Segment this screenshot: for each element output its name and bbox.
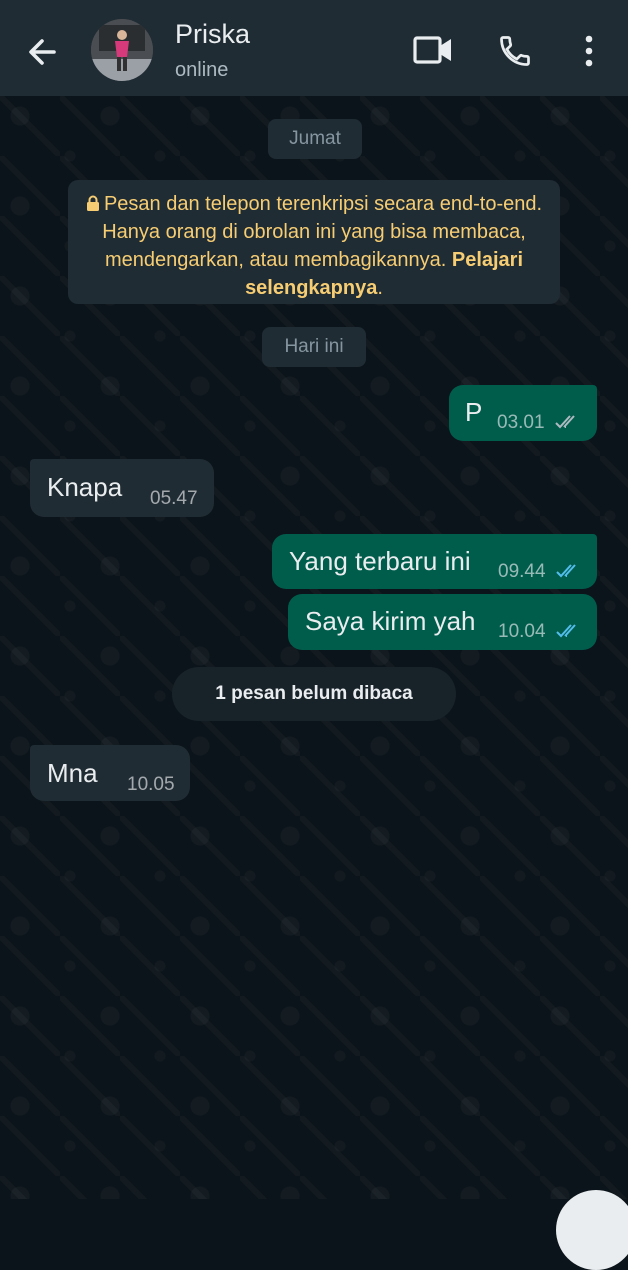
scroll-to-bottom-button[interactable] xyxy=(556,1190,628,1270)
back-arrow-icon xyxy=(29,39,56,65)
double-check-icon xyxy=(556,564,576,578)
message-time: 05.47 xyxy=(150,488,198,509)
message-time: 09.44 xyxy=(498,561,546,582)
date-chip: Hari ini xyxy=(262,327,366,367)
message-time: 10.05 xyxy=(127,774,175,795)
phone-call-icon xyxy=(500,36,530,66)
more-vert-icon xyxy=(585,35,593,67)
avatar[interactable] xyxy=(91,19,153,81)
message-text: Mna xyxy=(47,758,98,788)
contact-name[interactable]: Priska xyxy=(175,19,250,50)
date-chip: Jumat xyxy=(268,119,362,159)
video-call-icon xyxy=(413,36,451,64)
double-check-icon xyxy=(555,415,575,429)
message-text: Saya kirim yah xyxy=(305,606,476,636)
more-options-button[interactable] xyxy=(578,33,600,69)
back-button[interactable] xyxy=(20,30,64,74)
contact-status: online xyxy=(175,59,229,81)
video-call-button[interactable] xyxy=(412,33,454,67)
avatar-photo xyxy=(91,19,153,81)
message-bubble-outgoing[interactable]: Yang terbaru ini 09.44 xyxy=(272,534,597,589)
message-bubble-incoming[interactable]: Knapa 05.47 xyxy=(30,459,214,517)
double-check-icon xyxy=(556,624,576,638)
message-text: Yang terbaru ini xyxy=(289,546,471,576)
message-bubble-outgoing[interactable]: P 03.01 xyxy=(449,385,597,441)
message-text: Knapa xyxy=(47,472,123,502)
unread-messages-banner: 1 pesan belum dibaca xyxy=(172,667,456,721)
message-bubble-outgoing[interactable]: Saya kirim yah 10.04 xyxy=(288,594,597,650)
encryption-notice[interactable]: Pesan dan telepon terenkripsi secara end… xyxy=(68,180,560,304)
message-time: 03.01 xyxy=(497,412,545,433)
chat-header: Priska online xyxy=(0,0,628,96)
message-time: 10.04 xyxy=(498,621,546,642)
voice-call-button[interactable] xyxy=(497,33,533,69)
lock-icon xyxy=(86,195,99,211)
period: . xyxy=(377,277,383,299)
message-bubble-incoming[interactable]: Mna 10.05 xyxy=(30,745,190,801)
message-text: P xyxy=(465,397,483,427)
